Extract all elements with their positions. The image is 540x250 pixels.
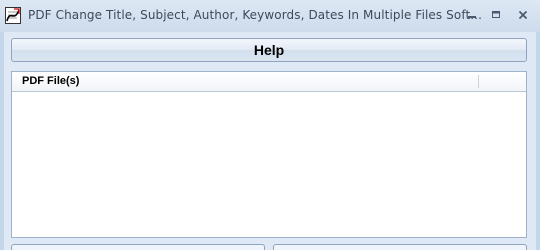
column-header-pdf-files[interactable]: PDF File(s): [22, 75, 79, 87]
minimize-icon: [468, 16, 476, 18]
file-list[interactable]: PDF File(s): [11, 71, 527, 238]
bottom-left-button[interactable]: [11, 244, 265, 250]
close-icon: [518, 10, 528, 20]
close-button[interactable]: [511, 4, 535, 26]
minimize-button[interactable]: [460, 4, 484, 26]
maximize-icon: [492, 11, 500, 18]
title-bar[interactable]: PDF Change Title, Subject, Author, Keywo…: [0, 0, 540, 32]
help-button[interactable]: Help: [11, 38, 527, 62]
client-area: Help PDF File(s): [4, 32, 536, 250]
app-icon: [5, 7, 21, 24]
file-list-header: PDF File(s): [12, 72, 526, 92]
window-title: PDF Change Title, Subject, Author, Keywo…: [28, 8, 483, 22]
column-divider[interactable]: [478, 75, 479, 88]
app-window: PDF Change Title, Subject, Author, Keywo…: [0, 0, 540, 250]
bottom-right-button[interactable]: [273, 244, 527, 250]
maximize-button[interactable]: [484, 4, 508, 26]
